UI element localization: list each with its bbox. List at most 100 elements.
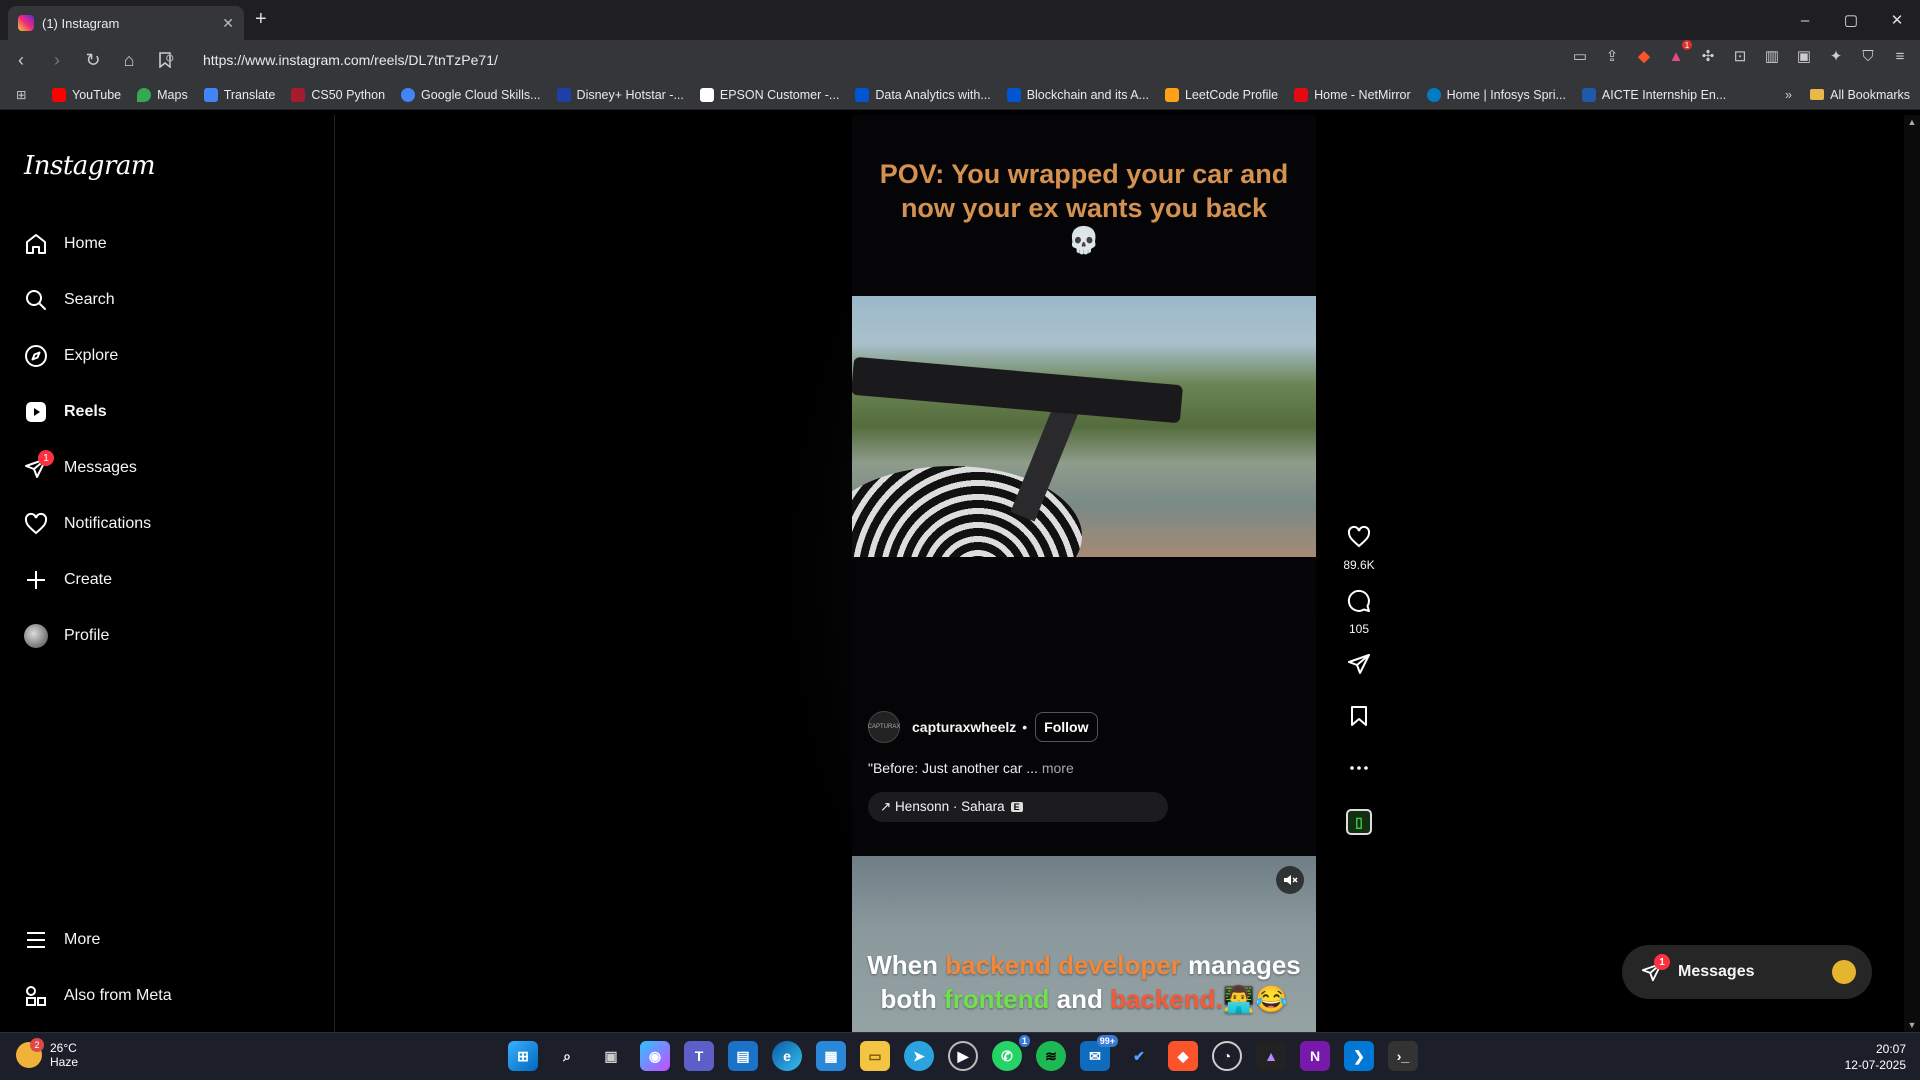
bookmark-cs50[interactable]: CS50 Python [291, 87, 385, 102]
vpn-icon[interactable]: ⛉ [1858, 46, 1878, 66]
microsoft-store-icon[interactable]: ▦ [816, 1041, 846, 1071]
sidebar-item-more[interactable]: More [24, 928, 100, 952]
share-icon[interactable]: ⇪ [1602, 46, 1622, 66]
sidebar-item-also-from-meta[interactable]: Also from Meta [24, 984, 172, 1008]
bookmark-maps[interactable]: Maps [137, 87, 188, 102]
sidebar-item-create[interactable]: Create [24, 568, 112, 592]
bookmark-leetcode[interactable]: LeetCode Profile [1164, 87, 1278, 102]
vscode-icon[interactable]: ❯ [1344, 1041, 1374, 1071]
sidebar-item-reels[interactable]: Reels [24, 400, 107, 424]
apps-grid-icon[interactable]: ⊞ [16, 87, 36, 102]
forward-arrow-icon[interactable]: › [42, 45, 72, 75]
whatsapp-icon[interactable]: ✆ 1 [992, 1035, 1030, 1071]
brave-taskbar-icon[interactable]: ◆ [1168, 1041, 1198, 1071]
bookmarks-overflow-icon[interactable]: » [1785, 88, 1792, 102]
taskbar-search-icon[interactable]: ⌕ [552, 1041, 582, 1071]
like-action[interactable]: 89.6K [1336, 525, 1382, 572]
weather-widget[interactable]: 2 26°C Haze [16, 1038, 78, 1069]
bookmark-hotstar[interactable]: Disney+ Hotstar -... [556, 87, 684, 102]
ellipsis-icon[interactable] [1347, 756, 1371, 783]
like-count: 89.6K [1343, 558, 1375, 572]
bookmark-epson[interactable]: EPSON Customer -... [699, 87, 839, 102]
sidebar-toggle-icon[interactable]: ▥ [1762, 46, 1782, 66]
onenote-icon[interactable]: N [1300, 1041, 1330, 1071]
copilot-icon[interactable]: ◉ [640, 1041, 670, 1071]
reload-icon[interactable]: ↻ [78, 45, 108, 75]
page-scrollbar[interactable]: ▲ ▼ [1904, 115, 1920, 1032]
outlook-icon[interactable]: ✉ 99+ [1080, 1035, 1118, 1071]
wallet-icon[interactable]: ▣ [1794, 46, 1814, 66]
screenshot-icon[interactable]: ⊡ [1730, 46, 1750, 66]
telegram-icon[interactable]: ➤ [904, 1041, 934, 1071]
comment-action[interactable]: 105 [1336, 589, 1382, 636]
heart-icon[interactable] [1347, 525, 1371, 552]
file-explorer-pane-icon[interactable]: ▤ [728, 1041, 758, 1071]
bookmark-youtube[interactable]: YouTube [52, 87, 121, 102]
brave-shields-icon[interactable]: ◆ [1634, 46, 1654, 66]
reel-audio-link[interactable]: ↗ Hensonn · Sahara E [868, 792, 1168, 822]
follow-button[interactable]: Follow [1035, 712, 1098, 742]
back-arrow-icon[interactable]: ‹ [6, 45, 36, 75]
system-clock[interactable]: 20:07 12-07-2025 [1845, 1041, 1906, 1073]
sidebar-item-profile[interactable]: Profile [24, 624, 109, 648]
menu-icon[interactable]: ≡ [1890, 46, 1910, 66]
windows-start-icon[interactable]: ⊞ [508, 1041, 538, 1071]
todo-icon[interactable]: ✔ [1124, 1041, 1154, 1071]
home-icon[interactable]: ⌂ [114, 45, 144, 75]
send-icon[interactable] [1347, 652, 1371, 679]
instagram-logo[interactable]: Instagram [24, 151, 156, 181]
bookmark-blockchain[interactable]: Blockchain and its A... [1006, 87, 1149, 102]
restore-button[interactable]: ▢ [1828, 0, 1874, 40]
adobe-acrobat-icon[interactable]: ▲ [1256, 1041, 1286, 1071]
browser-tab-instagram[interactable]: (1) Instagram ✕ [8, 6, 244, 40]
next-reel-preview[interactable]: When backend developer manages both fron… [852, 856, 1316, 1032]
extensions-icon[interactable]: ✣ [1698, 46, 1718, 66]
comment-icon[interactable] [1347, 589, 1371, 616]
sidebar-item-notifications[interactable]: Notifications [24, 512, 151, 536]
spotify-icon[interactable]: ≋ [1036, 1041, 1066, 1071]
file-explorer-icon[interactable]: ▭ [860, 1041, 890, 1071]
sidebar-item-home[interactable]: Home [24, 232, 107, 256]
messages-floating-button[interactable]: 1 Messages [1622, 945, 1872, 999]
save-action[interactable] [1336, 704, 1382, 731]
sidebar-item-search[interactable]: Search [24, 288, 115, 312]
bookmark-data-analytics[interactable]: Data Analytics with... [855, 87, 991, 102]
bookmark-icon[interactable] [1347, 704, 1371, 731]
teams-icon[interactable]: T [684, 1041, 714, 1071]
sidebar-item-explore[interactable]: Explore [24, 344, 118, 368]
muted-speaker-icon[interactable] [1276, 866, 1304, 894]
address-bar[interactable]: ⚲ https://www.instagram.com/reels/DL7tnT… [165, 46, 1525, 74]
bookmark-netmirror[interactable]: Home - NetMirror [1294, 87, 1411, 102]
reel-video-frame[interactable] [852, 296, 1316, 557]
minimize-button[interactable]: – [1782, 0, 1828, 40]
more-options-action[interactable] [1336, 756, 1382, 783]
meta-apps-icon [24, 984, 48, 1008]
terminal-icon[interactable]: ›_ [1388, 1041, 1418, 1071]
bookmark-infosys[interactable]: Home | Infosys Spri... [1426, 87, 1566, 102]
bookmark-google-cloud[interactable]: Google Cloud Skills... [401, 87, 541, 102]
bookmark-translate[interactable]: Translate [203, 87, 275, 102]
scroll-down-arrow-icon[interactable]: ▼ [1904, 1020, 1920, 1030]
scroll-up-arrow-icon[interactable]: ▲ [1904, 117, 1920, 127]
caption-more-link[interactable]: more [1042, 760, 1074, 776]
audio-thumbnail-icon[interactable]: ▯ [1346, 809, 1372, 835]
clock-app-icon[interactable]: ◔ [1212, 1041, 1242, 1071]
author-avatar[interactable]: CAPTURAX [868, 711, 900, 743]
author-username[interactable]: capturaxwheelz [912, 719, 1016, 735]
sidebar-item-messages[interactable]: 1 Messages [24, 450, 137, 480]
reel-player[interactable]: POV: You wrapped your car and now your e… [852, 115, 1316, 856]
media-player-icon[interactable]: ▶ [948, 1041, 978, 1071]
task-view-icon[interactable]: ▣ [596, 1041, 626, 1071]
brave-rewards-icon[interactable]: ▲ 1 [1666, 40, 1692, 66]
bookmark-aicte[interactable]: AICTE Internship En... [1581, 87, 1726, 102]
leo-ai-icon[interactable]: ✦ [1826, 46, 1846, 66]
new-tab-button[interactable]: + [255, 8, 267, 31]
all-bookmarks-button[interactable]: All Bookmarks [1810, 88, 1910, 102]
original-audio-action[interactable]: ▯ [1336, 809, 1382, 835]
close-window-button[interactable]: ✕ [1874, 0, 1920, 40]
edge-icon[interactable]: e [772, 1041, 802, 1071]
cast-icon[interactable]: ▭ [1570, 46, 1590, 66]
share-action[interactable] [1336, 652, 1382, 679]
tab-close-icon[interactable]: ✕ [222, 15, 234, 32]
site-settings-icon[interactable]: ⚲ [165, 52, 183, 68]
